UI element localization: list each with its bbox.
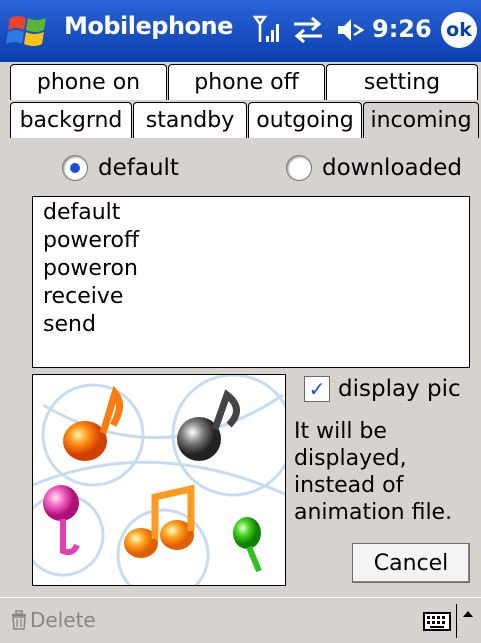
tab-standby[interactable]: standby — [133, 102, 247, 138]
sound-listbox[interactable]: default poweroff poweron receive send — [32, 196, 470, 368]
checkmark-icon[interactable]: ✓ — [304, 376, 330, 402]
tab-phone-off[interactable]: phone off — [168, 64, 325, 100]
sync-icon[interactable] — [292, 16, 324, 44]
tab-outgoing[interactable]: outgoing — [248, 102, 362, 138]
list-item[interactable]: send — [43, 311, 459, 339]
tab-incoming[interactable]: incoming — [363, 102, 479, 138]
delete-button[interactable]: Delete — [10, 608, 96, 632]
radio-default-label: default — [98, 155, 179, 181]
up-arrow-icon[interactable] — [462, 608, 474, 620]
tab-phone-on[interactable]: phone on — [10, 64, 167, 100]
display-pic-note: It will be displayed, instead of animati… — [294, 419, 453, 525]
list-item[interactable]: poweron — [43, 255, 459, 283]
windows-start-icon[interactable] — [6, 8, 52, 54]
list-item[interactable]: receive — [43, 283, 459, 311]
clock[interactable]: 9:26 — [372, 15, 432, 43]
tab-setting[interactable]: setting — [326, 64, 478, 100]
radio-downloaded[interactable]: downloaded — [286, 155, 462, 181]
menu-separator — [456, 604, 457, 638]
delete-label: Delete — [30, 608, 96, 632]
tab-backgrnd[interactable]: backgrnd — [10, 102, 132, 138]
display-pic-checkbox[interactable]: ✓ display pic — [304, 376, 461, 402]
menu-bar: Delete — [0, 597, 481, 643]
cancel-button[interactable]: Cancel — [352, 543, 470, 583]
signal-icon[interactable] — [253, 14, 281, 44]
app-title: Mobilephone — [64, 12, 233, 40]
list-item[interactable]: poweroff — [43, 227, 459, 255]
ok-button[interactable]: ok — [441, 12, 477, 48]
radio-downloaded-label: downloaded — [322, 155, 462, 181]
radio-default[interactable]: default — [62, 155, 179, 181]
display-pic-label: display pic — [338, 376, 461, 402]
picture-preview — [32, 374, 286, 586]
volume-icon[interactable] — [336, 16, 364, 44]
radio-downloaded-indicator[interactable] — [286, 155, 312, 181]
list-item[interactable]: default — [43, 199, 459, 227]
music-notes-image — [33, 375, 285, 585]
title-bar: Mobilephone 9:26 ok — [0, 0, 481, 62]
keyboard-icon[interactable] — [423, 610, 451, 632]
radio-default-indicator[interactable] — [62, 155, 88, 181]
trash-icon — [12, 610, 26, 630]
